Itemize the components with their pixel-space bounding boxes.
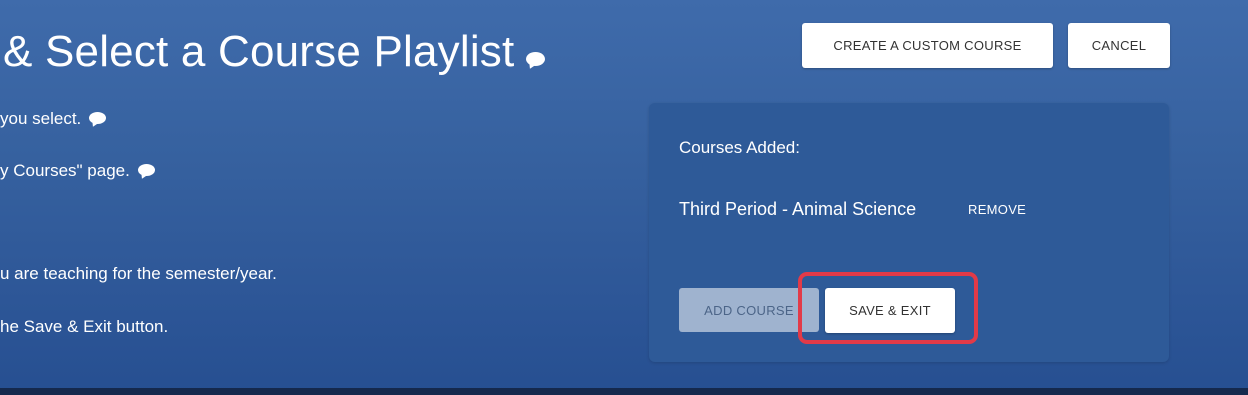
- instruction-text: y Courses" page.: [0, 161, 130, 180]
- page-title: & Select a Course Playlist: [3, 24, 546, 80]
- instruction-text: he Save & Exit button.: [0, 317, 169, 336]
- remove-course-button[interactable]: REMOVE: [968, 202, 1026, 217]
- instruction-text: you select.: [0, 109, 82, 128]
- instruction-line: u are teaching for the semester/year.: [0, 263, 277, 285]
- speech-bubble-icon[interactable]: [526, 52, 546, 66]
- courses-added-heading: Courses Added:: [679, 138, 800, 157]
- create-custom-course-button[interactable]: CREATE A CUSTOM COURSE: [802, 23, 1053, 68]
- course-item-name: Third Period - Animal Science: [679, 199, 917, 219]
- add-course-button[interactable]: ADD COURSE: [679, 288, 819, 332]
- courses-added-panel: Courses Added: Third Period - Animal Sci…: [649, 103, 1169, 362]
- speech-bubble-icon[interactable]: [137, 164, 155, 176]
- page-title-text: & Select a Course Playlist: [3, 27, 515, 76]
- instruction-line: you select.: [0, 108, 107, 130]
- speech-bubble-icon[interactable]: [89, 112, 107, 124]
- cancel-button[interactable]: CANCEL: [1068, 23, 1170, 68]
- instruction-text: u are teaching for the semester/year.: [0, 264, 277, 283]
- instruction-line: y Courses" page.: [0, 160, 155, 182]
- bottom-divider: [0, 388, 1248, 395]
- save-exit-button[interactable]: SAVE & EXIT: [825, 288, 955, 333]
- instruction-line: he Save & Exit button.: [0, 316, 168, 338]
